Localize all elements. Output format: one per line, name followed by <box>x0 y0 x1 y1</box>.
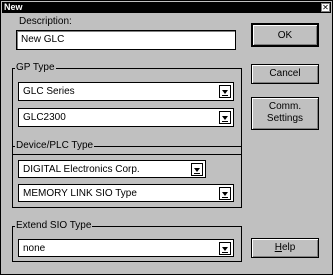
help-underlined-letter: H <box>274 242 282 253</box>
gp-series-select[interactable]: GLC Series <box>18 82 234 101</box>
ok-button[interactable]: OK <box>251 23 319 47</box>
comm-settings-line2: Settings <box>266 113 304 124</box>
chevron-down-icon[interactable] <box>219 111 231 124</box>
gp-series-value: GLC Series <box>23 86 75 97</box>
gp-model-value: GLC2300 <box>23 112 66 123</box>
description-label: Description: <box>19 16 72 27</box>
device-type-value: MEMORY LINK SIO Type <box>23 188 137 199</box>
gp-type-label: GP Type <box>15 62 56 74</box>
title-bar: New ✕ <box>2 2 331 13</box>
cancel-button[interactable]: Cancel <box>251 64 319 84</box>
device-maker-select[interactable]: DIGITAL Electronics Corp. <box>18 160 206 178</box>
device-plc-label: Device/PLC Type <box>15 140 95 152</box>
chevron-down-icon[interactable] <box>219 187 231 200</box>
device-maker-value: DIGITAL Electronics Corp. <box>23 164 140 175</box>
extend-sio-label: Extend SIO Type <box>15 220 93 232</box>
description-input[interactable]: New GLC <box>16 30 236 50</box>
window-title: New <box>4 2 23 12</box>
extend-sio-value: none <box>23 243 46 254</box>
chevron-down-icon[interactable] <box>219 85 231 98</box>
new-dialog: New ✕ Description: New GLC GP Type GLC S… <box>0 0 333 275</box>
chevron-down-icon[interactable] <box>191 163 203 176</box>
close-icon[interactable]: ✕ <box>321 3 330 12</box>
device-type-select[interactable]: MEMORY LINK SIO Type <box>18 184 234 202</box>
comm-settings-line1: Comm. <box>268 101 302 112</box>
gp-model-select[interactable]: GLC2300 <box>18 108 234 127</box>
help-rest: elp <box>281 242 296 253</box>
extend-sio-select[interactable]: none <box>18 239 234 257</box>
comm-settings-button[interactable]: Comm. Settings <box>251 97 319 130</box>
chevron-down-icon[interactable] <box>219 242 231 255</box>
help-button[interactable]: Help <box>251 238 319 258</box>
